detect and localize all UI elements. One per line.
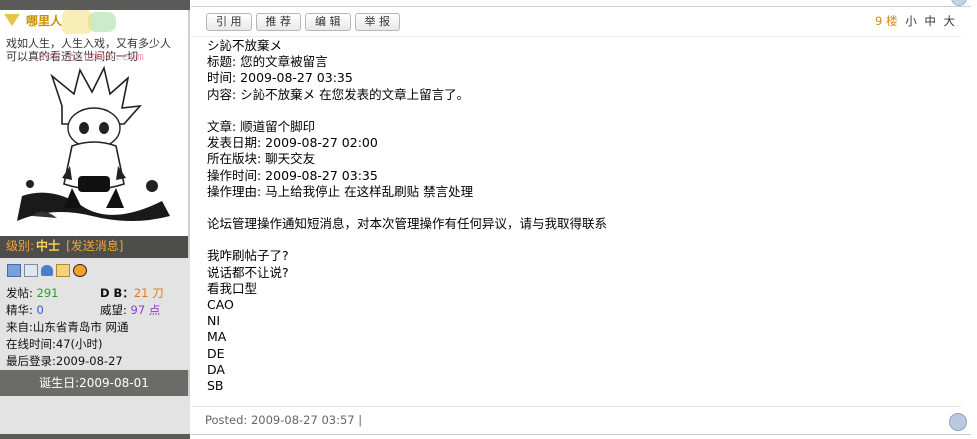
from-location: 来自:山东省青岛市 网通 (6, 320, 129, 334)
send-message-link[interactable]: [发送消息] (66, 239, 123, 253)
post-body-line: 所在版块: 聊天交友 (207, 151, 316, 167)
post-content-area: 引 用推 荐编 辑举 报 9 楼 小 中 大 シ訫不放棄メ 标题: 您的文章被留言… (191, 0, 977, 439)
essence-value: 0 (36, 303, 44, 317)
sidebar-top-bar (0, 0, 190, 10)
rank-label: 级别: (6, 239, 35, 253)
post-body-line: DE (207, 345, 225, 361)
prestige-label: 威望: (100, 303, 127, 317)
post-body-line: NI (207, 313, 221, 329)
post-body-line: 发表日期: 2009-08-27 02:00 (207, 135, 378, 151)
post-body-line: 标题: 您的文章被留言 (207, 54, 328, 70)
post-body-line (207, 232, 947, 248)
post-body-line: MA (207, 329, 227, 345)
quote-button[interactable]: 引 用 (206, 13, 252, 31)
online-time: 在线时间:47(小时) (6, 337, 103, 351)
sidebar-bottom-bar (0, 434, 190, 439)
add-friend-icon[interactable] (41, 265, 53, 276)
prestige-value: 97 点 (130, 303, 161, 317)
post-body-line (207, 200, 947, 216)
profile-card-icon[interactable] (7, 264, 21, 277)
posts-label: 发帖: (6, 286, 33, 300)
user-sidebar: 哪里人 戏如人生，人生入戏，又有多少人 可以真的看透这世间的一切 bbs.hou… (0, 0, 190, 439)
watermark-text: bbs.houdao.com (38, 50, 145, 63)
document-icon[interactable] (24, 264, 38, 277)
essence-label: 精华: (6, 303, 33, 317)
font-size-small[interactable]: 小 (905, 14, 917, 28)
back-to-top-icon[interactable] (949, 413, 967, 431)
rank-value: 中士 (36, 239, 61, 253)
floor-info: 9 楼 小 中 大 (875, 13, 955, 29)
font-size-medium[interactable]: 中 (924, 14, 936, 28)
user-action-icons (7, 263, 90, 277)
post-bottom-border (191, 434, 971, 435)
post-body-line: 看我口型 (207, 280, 258, 296)
post-body-line: 说话都不让说? (207, 264, 289, 280)
post-top-border (191, 6, 971, 7)
post-body-line: CAO (207, 297, 234, 312)
post-body-line: 时间: 2009-08-27 03:35 (207, 70, 353, 86)
birthday-bar: 诞生日:2009-08-01 (0, 370, 190, 396)
post-action-buttons: 引 用推 荐编 辑举 报 (206, 13, 404, 31)
db-label: D B： (100, 286, 134, 300)
qq-icon[interactable] (73, 264, 87, 277)
essence-stat: 精华: 0 (6, 302, 44, 318)
db-stat: D B：21 刀 (100, 285, 164, 301)
floor-number: 9 楼 (875, 14, 898, 28)
post-body-line: 操作时间: 2009-08-27 03:35 (207, 167, 378, 183)
rank-bar: 级别: 中士 [发送消息] (0, 236, 190, 258)
mailbox-icon[interactable] (56, 264, 70, 277)
post-body-line (207, 103, 947, 119)
posts-stat: 发帖: 291 (6, 285, 58, 301)
post-body-line: 操作理由: 马上给我停止 在这样乱刷贴 禁言处理 (207, 183, 474, 199)
posted-timestamp: Posted: 2009-08-27 03:57 | (205, 413, 363, 427)
post-body-line: 文章: 顺道留个脚印 (207, 118, 316, 134)
sidebar-filler (0, 396, 190, 439)
post-body-line: DA (207, 361, 225, 377)
post-body-line: 我咋刷帖子了? (207, 248, 289, 264)
posts-value: 291 (36, 286, 59, 300)
post-body: シ訫不放棄メ 标题: 您的文章被留言 时间: 2009-08-27 03:35 内容:… (207, 38, 947, 394)
report-button[interactable]: 举 报 (354, 13, 400, 31)
font-size-large[interactable]: 大 (944, 14, 956, 28)
post-body-line: SB (207, 377, 224, 393)
site-logo-text: 哪里人 (26, 14, 63, 28)
post-body-line: 论坛管理操作通知短消息，对本次管理操作有任何异议，请与我取得联系 (207, 216, 608, 232)
avatar-panel: 哪里人 戏如人生，人生入戏，又有多少人 可以真的看透这世间的一切 bbs.hou… (0, 10, 190, 236)
prestige-stat: 威望: 97 点 (100, 302, 160, 318)
edit-button[interactable]: 编 辑 (305, 13, 351, 31)
db-value: 21 刀 (133, 286, 164, 300)
post-body-line: 内容: シ訫不放棄メ 在您发表的文章上留言了。 (207, 86, 470, 102)
footer-divider (191, 406, 961, 407)
last-login: 最后登录:2009-08-27 (6, 354, 123, 368)
avatar[interactable] (12, 66, 174, 232)
recommend-button[interactable]: 推 荐 (255, 13, 301, 31)
header-divider (191, 36, 961, 37)
post-body-line: シ訫不放棄メ (207, 38, 283, 53)
